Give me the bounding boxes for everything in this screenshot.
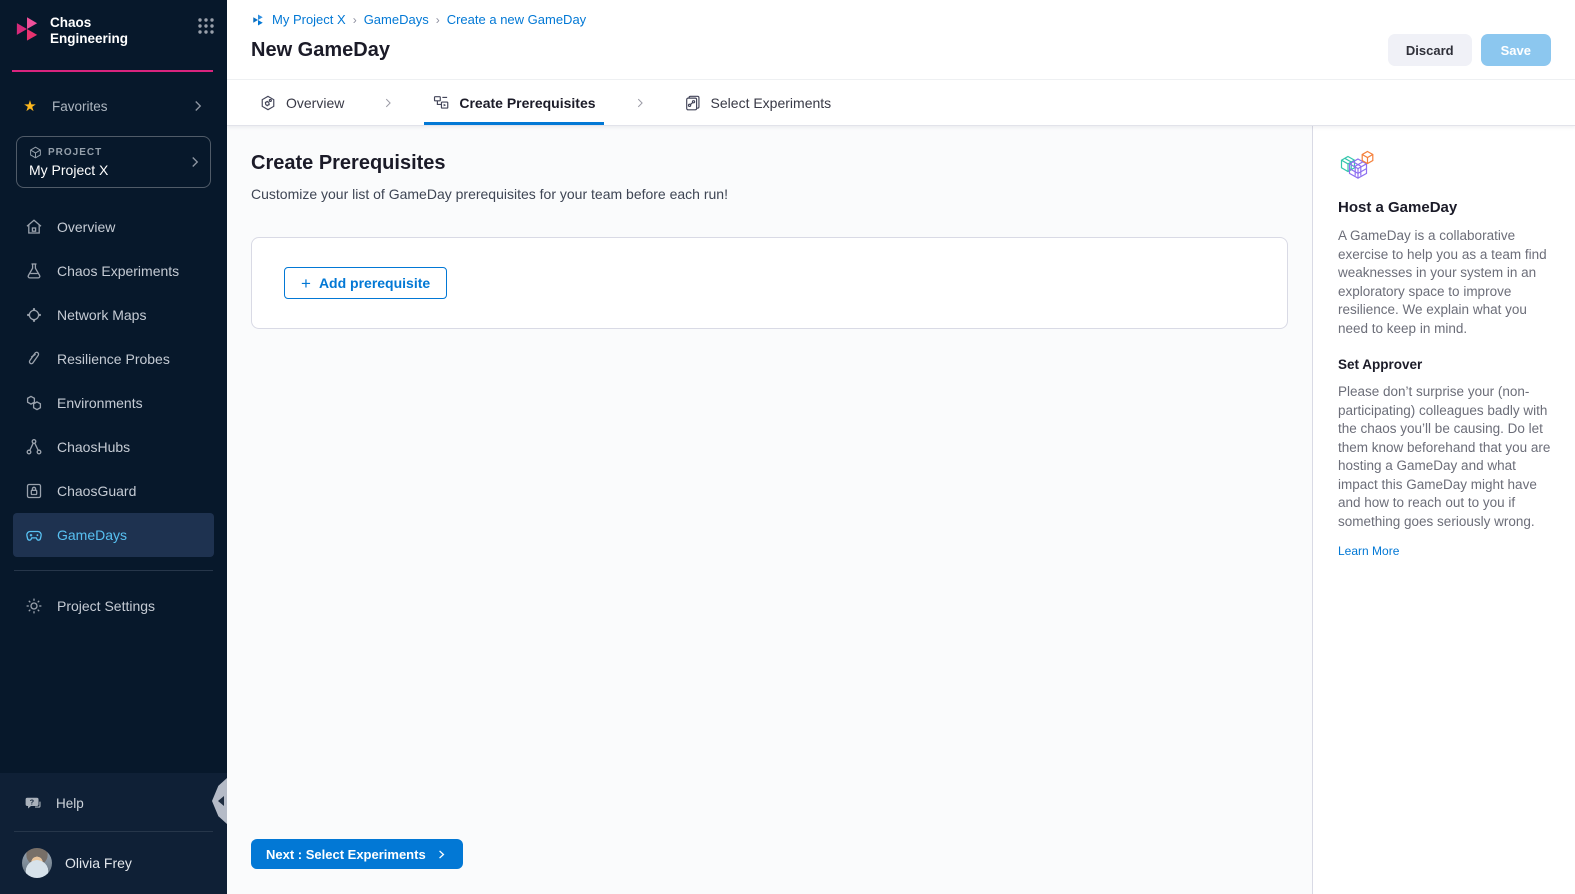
project-label: PROJECT	[48, 147, 102, 158]
section-heading: Create Prerequisites	[251, 152, 1288, 175]
guard-lock-icon	[24, 481, 44, 501]
module-grid-icon[interactable]	[197, 17, 215, 35]
chevron-right-icon	[381, 80, 395, 125]
chevron-right-icon	[633, 80, 647, 125]
app-root: Chaos Engineering ★ Favorites	[0, 0, 1575, 894]
gamepad-icon	[24, 525, 44, 545]
sidebar-bottom-panel: ? Help Olivia Frey	[0, 773, 227, 894]
help-chat-icon: ?	[24, 794, 43, 813]
breadcrumb-separator: ›	[353, 13, 357, 27]
breadcrumb-project-link[interactable]: My Project X	[272, 12, 346, 27]
tab-create-prerequisites[interactable]: Create Prerequisites	[424, 80, 603, 125]
content-column: My Project X › GameDays › Create a new G…	[227, 0, 1575, 894]
favorites-row[interactable]: ★ Favorites	[12, 88, 215, 124]
sidebar-item-label: Chaos Experiments	[57, 263, 179, 279]
breadcrumb-current-link[interactable]: Create a new GameDay	[447, 12, 586, 27]
tab-label: Overview	[286, 95, 344, 111]
user-name: Olivia Frey	[65, 855, 132, 871]
save-button[interactable]: Save	[1481, 34, 1551, 66]
probe-icon	[24, 349, 44, 369]
sidebar-item-gamedays[interactable]: GameDays	[13, 513, 214, 557]
project-name: My Project X	[29, 162, 184, 178]
sidebar-item-environments[interactable]: Environments	[13, 381, 214, 425]
chevron-right-icon	[189, 97, 207, 115]
main-panel: Create Prerequisites Customize your list…	[227, 126, 1312, 894]
sidebar: Chaos Engineering ★ Favorites	[0, 0, 227, 894]
prerequisites-card: + Add prerequisite	[251, 237, 1288, 329]
sidebar-item-label: Resilience Probes	[57, 351, 170, 367]
prerequisites-flow-icon	[432, 94, 450, 112]
page-header: My Project X › GameDays › Create a new G…	[227, 0, 1575, 80]
next-select-experiments-button[interactable]: Next : Select Experiments	[251, 839, 463, 869]
page-title: New GameDay	[251, 39, 390, 62]
sidebar-nav: Overview Chaos Experiments	[0, 205, 227, 557]
sidebar-item-label: Environments	[57, 395, 143, 411]
gear-icon	[24, 596, 44, 616]
sidebar-divider	[14, 570, 213, 571]
tab-label: Select Experiments	[711, 95, 832, 111]
add-prerequisite-button[interactable]: + Add prerequisite	[284, 267, 447, 299]
plus-icon: +	[301, 275, 311, 292]
svg-text:?: ?	[30, 798, 34, 806]
sidebar-item-label: GameDays	[57, 527, 127, 543]
help-label: Help	[56, 796, 84, 811]
hexagon-overview-icon	[259, 94, 277, 112]
sidebar-item-chaosguard[interactable]: ChaosGuard	[13, 469, 214, 513]
wizard-tab-bar: Overview Create Prerequisites	[227, 80, 1575, 126]
avatar	[22, 848, 52, 878]
sidebar-item-chaoshubs[interactable]: ChaosHubs	[13, 425, 214, 469]
aside-subheading: Set Approver	[1338, 357, 1551, 372]
favorites-label: Favorites	[52, 99, 189, 114]
chevron-right-icon	[435, 848, 448, 861]
header-actions: Discard Save	[1388, 34, 1551, 66]
sidebar-item-label: ChaosGuard	[57, 483, 136, 499]
experiments-stack-icon	[684, 94, 702, 112]
cube-icon	[29, 146, 42, 159]
user-profile[interactable]: Olivia Frey	[13, 840, 214, 886]
network-map-icon	[24, 305, 44, 325]
breadcrumb-gamedays-link[interactable]: GameDays	[364, 12, 429, 27]
tab-overview[interactable]: Overview	[251, 80, 352, 125]
star-icon: ★	[20, 97, 40, 115]
sidebar-item-chaos-experiments[interactable]: Chaos Experiments	[13, 249, 214, 293]
aside-title: Host a GameDay	[1338, 199, 1551, 216]
sidebar-divider	[14, 831, 213, 832]
brand-title: Chaos Engineering	[50, 12, 197, 47]
gameday-cubes-icon	[1338, 150, 1376, 184]
chevron-right-icon	[186, 153, 204, 171]
sidebar-item-project-settings[interactable]: Project Settings	[13, 584, 214, 628]
brand-header: Chaos Engineering	[0, 0, 227, 60]
aside-paragraph: Please don’t surprise your (non-particip…	[1338, 383, 1551, 531]
help-button[interactable]: ? Help	[13, 783, 214, 823]
chaos-engineering-logo-icon	[12, 14, 42, 44]
sidebar-item-label: Project Settings	[57, 598, 155, 614]
discard-button[interactable]: Discard	[1388, 34, 1472, 66]
section-description: Customize your list of GameDay prerequis…	[251, 186, 1288, 202]
flask-icon	[24, 261, 44, 281]
next-button-label: Next : Select Experiments	[266, 847, 426, 862]
sidebar-item-overview[interactable]: Overview	[13, 205, 214, 249]
hub-icon	[24, 437, 44, 457]
collapse-arrow-icon	[218, 796, 224, 806]
help-side-panel: Host a GameDay A GameDay is a collaborat…	[1312, 126, 1575, 894]
environments-icon	[24, 393, 44, 413]
add-prerequisite-label: Add prerequisite	[319, 275, 430, 291]
harness-logo-icon	[251, 13, 265, 27]
project-selector[interactable]: PROJECT My Project X	[16, 136, 211, 188]
aside-paragraph: A GameDay is a collaborative exercise to…	[1338, 227, 1551, 338]
home-icon	[24, 217, 44, 237]
sidebar-item-resilience-probes[interactable]: Resilience Probes	[13, 337, 214, 381]
sidebar-item-network-maps[interactable]: Network Maps	[13, 293, 214, 337]
brand-divider	[12, 70, 213, 72]
tab-select-experiments[interactable]: Select Experiments	[676, 80, 840, 125]
sidebar-item-label: ChaosHubs	[57, 439, 130, 455]
content-row: Create Prerequisites Customize your list…	[227, 126, 1575, 894]
sidebar-item-label: Overview	[57, 219, 115, 235]
breadcrumb: My Project X › GameDays › Create a new G…	[251, 12, 1551, 27]
tab-label: Create Prerequisites	[459, 95, 595, 111]
sidebar-item-label: Network Maps	[57, 307, 146, 323]
breadcrumb-separator: ›	[436, 13, 440, 27]
learn-more-link[interactable]: Learn More	[1338, 544, 1399, 558]
